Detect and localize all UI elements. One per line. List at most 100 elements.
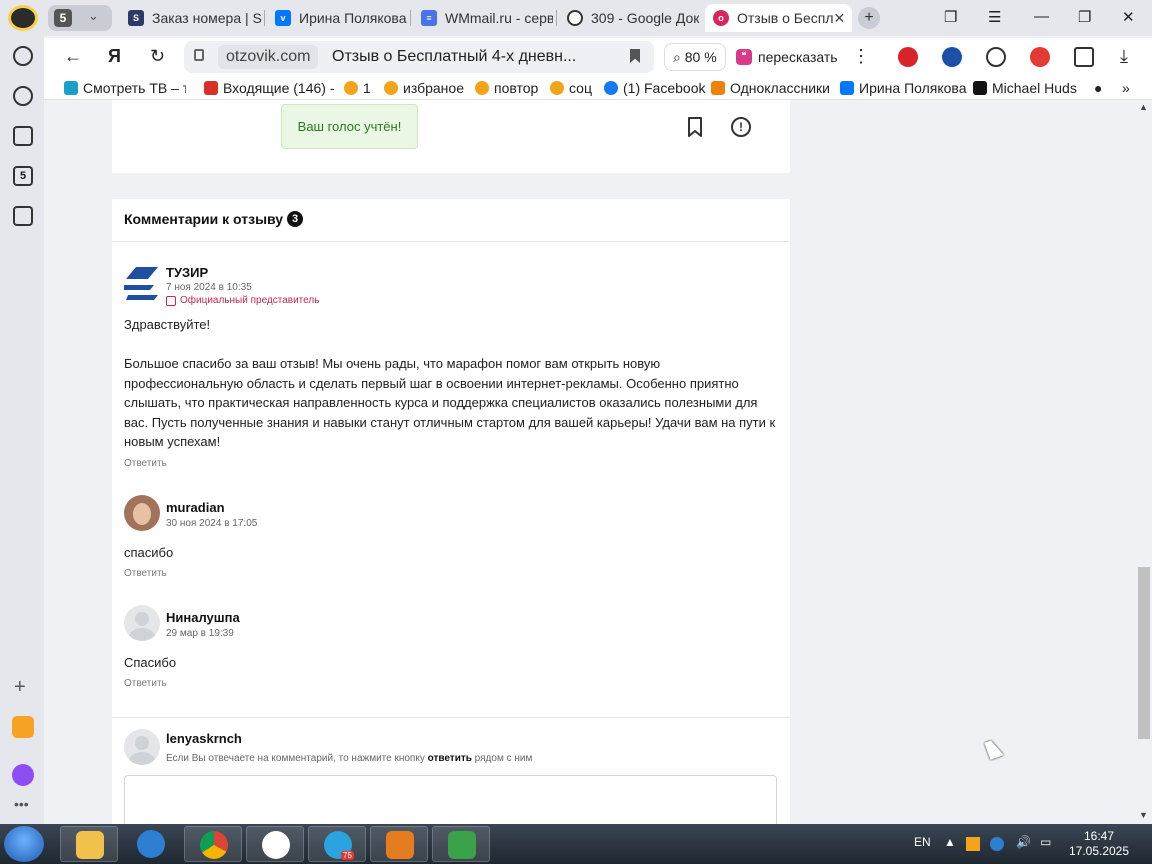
tab-wmmail[interactable]: ≡ WMmail.ru - серв <box>413 4 553 32</box>
history-clock-icon[interactable] <box>13 46 33 66</box>
taskbar-yandex-browser[interactable] <box>246 826 304 862</box>
reload-icon[interactable]: ↻ <box>150 46 165 67</box>
comment-text: Спасибо <box>124 655 177 670</box>
new-tab-button[interactable]: + <box>858 7 880 29</box>
facebook-icon <box>604 81 618 95</box>
volume-icon[interactable]: 🔊 <box>1016 835 1031 849</box>
play-icon[interactable] <box>13 86 33 106</box>
yandex-icon[interactable]: Я <box>108 46 121 67</box>
tv-icon <box>64 81 78 95</box>
bookmarks-panel-icon[interactable]: ❐ <box>944 8 957 26</box>
bookmark-odnoklassniki[interactable]: Одноклассники <box>711 80 830 96</box>
adblock-extension-icon[interactable] <box>898 47 918 67</box>
bookmark-1[interactable]: 1 <box>344 80 371 96</box>
system-clock[interactable]: 16:47 17.05.2025 <box>1068 829 1130 859</box>
docs-favicon-icon: ≡ <box>421 10 437 26</box>
tray-expand-icon[interactable]: ▲ <box>944 835 956 849</box>
vote-confirmation: Ваш голос учтён! <box>281 104 418 149</box>
scroll-down-arrow-icon[interactable]: ▼ <box>1139 810 1148 820</box>
reply-link[interactable]: Ответить <box>124 568 167 579</box>
avatar <box>124 265 160 301</box>
tab-sms[interactable]: S Заказ номера | S <box>120 4 262 32</box>
more-options-icon[interactable]: ⋮ <box>852 46 870 67</box>
start-button[interactable] <box>4 826 44 862</box>
bookmark-icon[interactable] <box>686 117 704 137</box>
close-tab-icon[interactable]: ✕ <box>834 10 846 27</box>
current-user-name: lenyaskrnch <box>166 731 242 746</box>
comments-heading: Комментарии к отзыву 3 <box>124 211 304 227</box>
comment-author[interactable]: Ниналушпа <box>166 610 240 625</box>
vpn-extension-icon[interactable] <box>986 47 1006 67</box>
retell-button[interactable]: ❝ пересказать <box>728 43 846 71</box>
yandex-browser-icon <box>262 831 290 859</box>
action-center-icon[interactable]: ▭ <box>1040 835 1051 849</box>
bookmark-tv[interactable]: Смотреть ТВ – те <box>64 80 186 96</box>
camera-icon[interactable] <box>13 126 33 146</box>
bookmark-michael-hudson[interactable]: Michael Hudso <box>973 80 1077 96</box>
taskbar-media-player[interactable] <box>370 826 428 862</box>
language-indicator[interactable]: EN <box>914 835 931 849</box>
url-domain: otzovik.com <box>218 45 319 69</box>
bookmark-vk[interactable]: Ирина Полякова <box>840 80 967 96</box>
mail-icon[interactable] <box>12 716 34 738</box>
menu-icon[interactable]: ☰ <box>988 8 1001 26</box>
reply-link[interactable]: Ответить <box>124 678 167 689</box>
taskbar-ie[interactable] <box>122 826 180 862</box>
more-apps-icon[interactable]: ••• <box>14 796 29 812</box>
clipboard-extension-icon[interactable] <box>1074 47 1094 67</box>
url-field[interactable]: otzovik.com Отзыв о Бесплатный 4-х дневн… <box>184 41 654 73</box>
minimize-icon[interactable]: — <box>1034 8 1049 25</box>
translate-extension-icon[interactable] <box>942 47 962 67</box>
tab-google-docs[interactable]: 309 - Google Док <box>559 4 699 32</box>
browser-logo-icon[interactable] <box>8 5 38 31</box>
tab-vk[interactable]: v Ирина Полякова <box>267 4 407 32</box>
bookmark-soc[interactable]: соц <box>550 80 592 96</box>
bookmark-gmail[interactable]: Входящие (146) - <box>204 80 335 96</box>
bookmark-povtor[interactable]: повтор <box>475 80 538 96</box>
tray-network-icon[interactable] <box>990 837 1004 851</box>
comment-author[interactable]: muradian <box>166 500 225 515</box>
quote-icon: ❝ <box>736 49 752 65</box>
report-icon[interactable]: ! <box>731 117 751 137</box>
restore-icon[interactable]: ❐ <box>1078 8 1091 26</box>
media-player-icon <box>386 831 414 859</box>
tab-group-icon[interactable]: 5 <box>13 166 33 186</box>
avatar <box>124 729 160 765</box>
globe-icon <box>137 830 165 858</box>
taskbar-explorer[interactable] <box>60 826 118 862</box>
bookmarks-bar: Смотреть ТВ – те Входящие (146) - 1 избр… <box>44 76 1152 100</box>
bookmark-izbranoe[interactable]: избраное <box>384 80 464 96</box>
comment-author[interactable]: ТУЗИР <box>166 265 208 280</box>
close-window-icon[interactable]: ✕ <box>1122 8 1135 26</box>
bookmark-page-icon[interactable] <box>630 49 640 63</box>
otzovik-favicon-icon: o <box>713 10 729 26</box>
tab-group-button[interactable]: 5 ⌄ <box>48 5 112 31</box>
history-icon[interactable]: ● <box>1094 80 1102 96</box>
sms-favicon-icon: S <box>128 10 144 26</box>
tray-app-icon[interactable] <box>966 837 980 851</box>
chrome-icon <box>200 831 228 859</box>
tab-title: 309 - Google Док <box>591 10 699 26</box>
add-panel-icon[interactable]: + <box>14 676 26 699</box>
taskbar-notepad[interactable] <box>432 826 490 862</box>
comment-textarea[interactable] <box>124 775 777 824</box>
coin-icon <box>344 81 358 95</box>
zoom-button[interactable]: ⌕ 80 % <box>664 43 726 71</box>
reply-link[interactable]: Ответить <box>124 458 167 469</box>
collections-icon[interactable] <box>13 206 33 226</box>
comment: ТУЗИР 7 ноя 2024 в 10:35 Официальный пре… <box>124 265 779 475</box>
comment: Ниналушпа 29 мар в 19:39 Спасибо Ответит… <box>124 605 779 695</box>
user-photo <box>133 503 151 525</box>
scroll-up-arrow-icon[interactable]: ▲ <box>1139 102 1148 112</box>
scrollbar-thumb[interactable] <box>1138 567 1150 739</box>
taskbar-telegram[interactable]: 75 <box>308 826 366 862</box>
bookmark-facebook[interactable]: (1) Facebook <box>604 80 705 96</box>
back-arrow-icon[interactable]: ← <box>64 46 82 67</box>
tab-divider <box>410 10 411 26</box>
tab-otzovik[interactable]: o Отзыв о Беспл ✕ <box>705 4 852 32</box>
more-bookmarks-icon[interactable]: » <box>1122 80 1130 96</box>
download-icon[interactable]: ⤓ <box>1120 46 1128 67</box>
cleaner-extension-icon[interactable] <box>1030 47 1050 67</box>
alice-assistant-icon[interactable] <box>12 764 34 786</box>
taskbar-chrome[interactable] <box>184 826 242 862</box>
